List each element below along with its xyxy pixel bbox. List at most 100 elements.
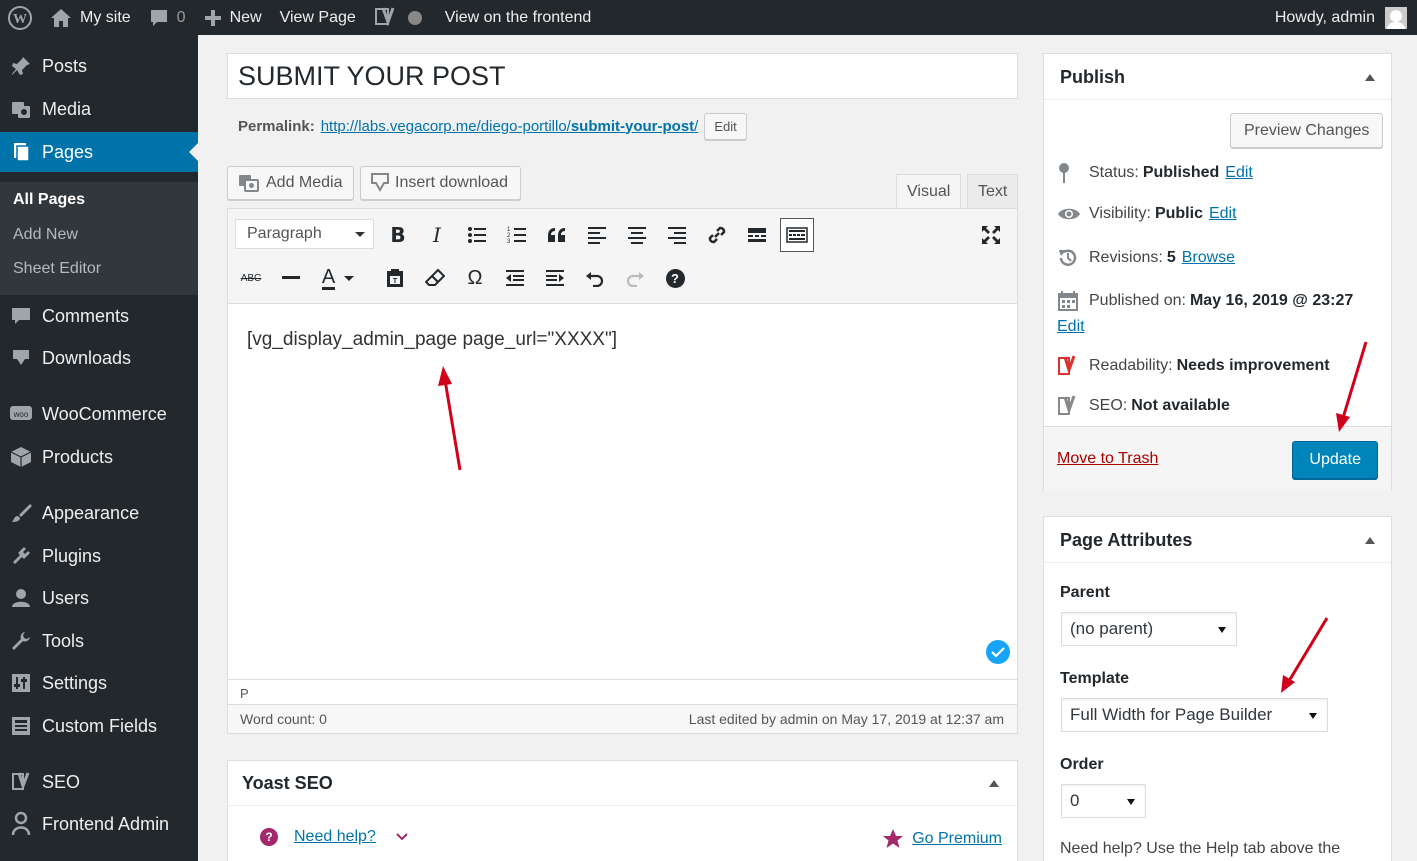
sidebar-item-comments[interactable]: Comments	[0, 296, 198, 336]
status-value: Published	[1142, 164, 1220, 181]
publish-box-title[interactable]: Publish	[1044, 54, 1391, 100]
yoast-icon	[0, 770, 42, 794]
permalink-edit-button[interactable]: Edit	[704, 112, 747, 140]
publish-box: Publish Preview Changes Status: Publishe…	[1043, 53, 1392, 491]
pages-icon	[0, 141, 42, 163]
format-select[interactable]: Paragraph	[235, 219, 374, 249]
blockquote-button[interactable]	[542, 220, 572, 250]
bullet-list-button[interactable]	[462, 220, 492, 250]
toolbar-toggle-button[interactable]	[780, 218, 814, 252]
bold-button[interactable]: B	[383, 220, 413, 250]
collapse-arrow-icon[interactable]	[1365, 69, 1375, 81]
submenu-all-pages[interactable]: All Pages	[13, 191, 85, 209]
grammarly-check-icon[interactable]	[986, 640, 1010, 664]
fullscreen-button[interactable]	[976, 220, 1006, 250]
tab-text[interactable]: Text	[967, 174, 1018, 209]
sidebar-item-products[interactable]: Products	[0, 437, 198, 477]
sidebar-item-settings[interactable]: Settings	[0, 663, 198, 703]
page-attributes-title[interactable]: Page Attributes	[1044, 517, 1391, 563]
sidebar-item-woocommerce[interactable]: woo WooCommerce	[0, 394, 198, 434]
paintbrush-icon	[0, 502, 42, 524]
yoast-box-title[interactable]: Yoast SEO	[228, 761, 1017, 806]
chevron-down-icon[interactable]	[396, 833, 408, 841]
admin-bar: W My site 0 New View Page View on the fr…	[0, 0, 1417, 35]
sidebar-item-appearance[interactable]: Appearance	[0, 493, 198, 533]
align-left-button[interactable]	[582, 220, 612, 250]
tab-visual[interactable]: Visual	[896, 174, 961, 209]
order-input[interactable]: 0	[1061, 784, 1146, 818]
text-color-button[interactable]: A	[316, 263, 360, 293]
redo-button[interactable]	[620, 263, 650, 293]
my-account-menu[interactable]: Howdy, admin	[1266, 0, 1417, 35]
my-site-link[interactable]: My site	[41, 0, 140, 35]
post-title-input[interactable]: SUBMIT YOUR POST	[227, 53, 1018, 99]
sidebar-item-label: Appearance	[42, 502, 140, 523]
undo-button[interactable]	[580, 263, 610, 293]
keyboard-shortcuts-button[interactable]: ?	[660, 263, 690, 293]
align-right-button[interactable]	[662, 220, 692, 250]
yoast-readability-icon	[1057, 354, 1089, 378]
home-icon	[51, 8, 71, 27]
sidebar-item-custom-fields[interactable]: Custom Fields	[0, 706, 198, 746]
settings-sliders-icon	[0, 672, 42, 694]
howdy-label: Howdy, admin	[1274, 8, 1375, 26]
move-to-trash-link[interactable]: Move to Trash	[1057, 450, 1158, 468]
published-on-edit-link[interactable]: Edit	[1057, 318, 1085, 336]
new-content-link[interactable]: New	[195, 0, 271, 35]
add-media-button[interactable]: Add Media	[227, 166, 354, 200]
strikethrough-button[interactable]: ABC	[236, 263, 266, 293]
submenu-sheet-editor[interactable]: Sheet Editor	[13, 260, 101, 278]
need-help-link[interactable]: Need help?	[294, 828, 376, 846]
browse-revisions-link[interactable]: Browse	[1182, 249, 1235, 267]
go-premium-link[interactable]: Go Premium	[912, 830, 1002, 848]
clear-formatting-button[interactable]	[420, 263, 450, 293]
sidebar-item-users[interactable]: Users	[0, 578, 198, 618]
sidebar-item-pages[interactable]: Pages	[0, 132, 198, 172]
insert-link-button[interactable]	[702, 220, 732, 250]
italic-button[interactable]: I	[422, 220, 452, 250]
status-edit-link[interactable]: Edit	[1225, 164, 1253, 182]
permalink-link[interactable]: http://labs.vegacorp.me/diego-portillo/s…	[321, 118, 699, 135]
outdent-button[interactable]	[500, 263, 530, 293]
preview-changes-button[interactable]: Preview Changes	[1230, 113, 1384, 148]
wrench-icon	[0, 630, 42, 652]
sidebar-item-plugins[interactable]: Plugins	[0, 536, 198, 576]
go-premium-row: Go Premium	[882, 828, 1002, 850]
keyboard-icon	[786, 227, 808, 243]
sidebar-item-media[interactable]: Media	[0, 89, 198, 129]
view-page-link[interactable]: View Page	[271, 0, 365, 35]
collapse-arrow-icon[interactable]	[1365, 532, 1375, 544]
indent-button[interactable]	[540, 263, 570, 293]
view-frontend-link[interactable]: View on the frontend	[431, 0, 600, 35]
parent-select[interactable]: (no parent)	[1061, 612, 1237, 646]
yoast-menu[interactable]	[365, 0, 431, 35]
pages-submenu: All Pages Add New Sheet Editor	[0, 182, 198, 295]
paste-text-button[interactable]: T	[380, 263, 410, 293]
submenu-add-new[interactable]: Add New	[13, 226, 78, 244]
special-character-button[interactable]: Ω	[460, 263, 490, 293]
svg-text:3: 3	[507, 239, 511, 244]
align-center-button[interactable]	[622, 220, 652, 250]
numbered-list-button[interactable]: 123	[502, 220, 532, 250]
element-path[interactable]: P	[228, 679, 1017, 704]
insert-download-button[interactable]: Insert download	[360, 166, 521, 200]
horizontal-line-button[interactable]	[276, 263, 306, 293]
sidebar-item-label: Users	[42, 587, 90, 608]
read-more-button[interactable]	[742, 220, 772, 250]
sidebar-item-posts[interactable]: Posts	[0, 46, 198, 86]
update-button[interactable]: Update	[1292, 441, 1378, 479]
template-select[interactable]: Full Width for Page Builder	[1061, 698, 1328, 732]
sidebar-item-downloads[interactable]: Downloads	[0, 338, 198, 378]
history-icon	[1057, 247, 1089, 269]
plus-icon	[204, 9, 221, 26]
editor-content[interactable]: [vg_display_admin_page page_url="XXXX"]	[247, 329, 617, 351]
collapse-arrow-icon[interactable]	[989, 775, 999, 787]
wordpress-logo-icon[interactable]: W	[0, 0, 41, 35]
sidebar-item-frontend-admin[interactable]: Frontend Admin	[0, 804, 198, 844]
visibility-row: Visibility: Public Edit	[1057, 205, 1237, 223]
seo-label: SEO:	[1089, 397, 1128, 414]
visibility-edit-link[interactable]: Edit	[1209, 205, 1237, 223]
sidebar-item-seo[interactable]: SEO	[0, 762, 198, 802]
comments-link[interactable]: 0	[140, 0, 195, 35]
sidebar-item-tools[interactable]: Tools	[0, 621, 198, 661]
